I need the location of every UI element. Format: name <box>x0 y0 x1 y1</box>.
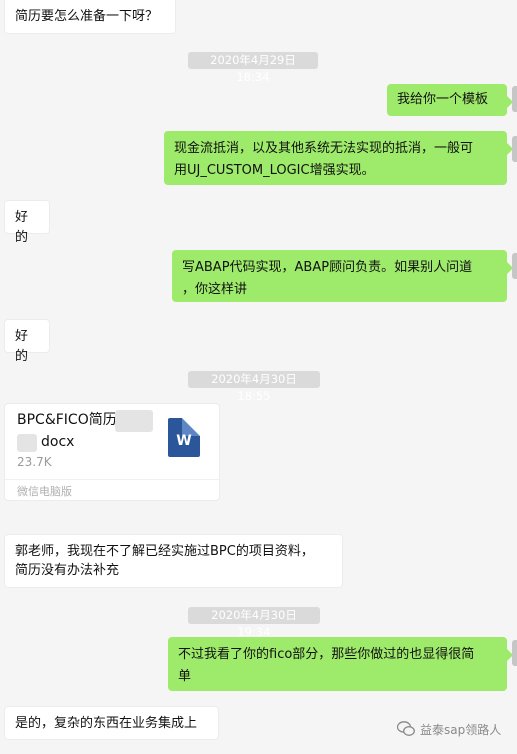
timestamp: 2020年4月30日 19:34 <box>188 607 320 639</box>
message-bubble-incoming[interactable]: 郭老师，我现在不了解已经实施过BPC的项目资料， 简历没有办法补充 <box>4 534 343 588</box>
message-text-line: 简历没有办法补充 <box>15 563 120 578</box>
message-bubble-incoming[interactable]: 好的 <box>4 319 50 364</box>
message-text-line: 现金流抵消，以及其他系统无法实现的抵消，一般可 <box>174 141 474 156</box>
watermark-text: 益泰sap领路人 <box>420 723 502 737</box>
message-text: 好的 <box>15 329 29 364</box>
message-text: 是的，复杂的东西在业务集成上 <box>15 716 198 731</box>
message-bubble-outgoing[interactable]: 现金流抵消，以及其他系统无法实现的抵消，一般可 用UJ_CUSTOM_LOGIC… <box>164 131 513 185</box>
message-text-line: 单 <box>178 669 192 684</box>
divider <box>5 479 219 480</box>
file-source-label: 微信电脑版 <box>17 485 72 498</box>
message-bubble-incoming[interactable]: 是的，复杂的东西在业务集成上 <box>4 706 219 740</box>
file-name-blur <box>17 434 37 452</box>
word-icon-letter: W <box>176 433 192 449</box>
message-text-line: 郭老师，我现在不了解已经实施过BPC的项目资料， <box>15 544 314 559</box>
avatar <box>512 86 517 112</box>
message-text-line: ，你这样讲 <box>182 282 248 297</box>
message-text-line: 写ABAP代码实现，ABAP顾问负责。如果别人问道 <box>182 260 473 275</box>
avatar <box>512 640 517 666</box>
avatar <box>512 136 517 162</box>
message-bubble-outgoing[interactable]: 不过我看了你的fico部分，那些你做过的也显得很简 单 <box>168 637 513 691</box>
message-bubble-outgoing[interactable]: 写ABAP代码实现，ABAP顾问负责。如果别人问道 ，你这样讲 <box>172 250 513 302</box>
message-text: 我给你一个模板 <box>397 92 489 107</box>
file-extension: docx <box>41 434 75 450</box>
message-bubble-outgoing[interactable]: 我给你一个模板 <box>387 84 513 116</box>
timestamp: 2020年4月30日 18:55 <box>188 371 320 403</box>
file-name-blur <box>115 410 153 432</box>
wechat-logo-icon <box>396 721 415 737</box>
message-text: 好的 <box>15 210 29 245</box>
file-name-line: BPC&FICO简历· <box>17 412 122 428</box>
timestamp: 2020年4月29日 18:34 <box>188 52 318 84</box>
message-text-line: 用UJ_CUSTOM_LOGIC增强实现。 <box>174 163 375 178</box>
message-text-line: 不过我看了你的fico部分，那些你做过的也显得很简 <box>178 647 475 662</box>
avatar <box>512 253 517 279</box>
message-bubble-incoming[interactable]: 简历要怎么准备一下呀？ <box>4 0 176 34</box>
message-text: 简历要怎么准备一下呀？ <box>15 9 159 24</box>
message-bubble-incoming[interactable]: 好的 <box>4 200 50 245</box>
word-document-icon: W <box>168 418 200 457</box>
file-attachment-card[interactable]: BPC&FICO简历· docx 23.7K W 微信电脑版 <box>4 403 220 501</box>
file-size: 23.7K <box>17 455 52 469</box>
